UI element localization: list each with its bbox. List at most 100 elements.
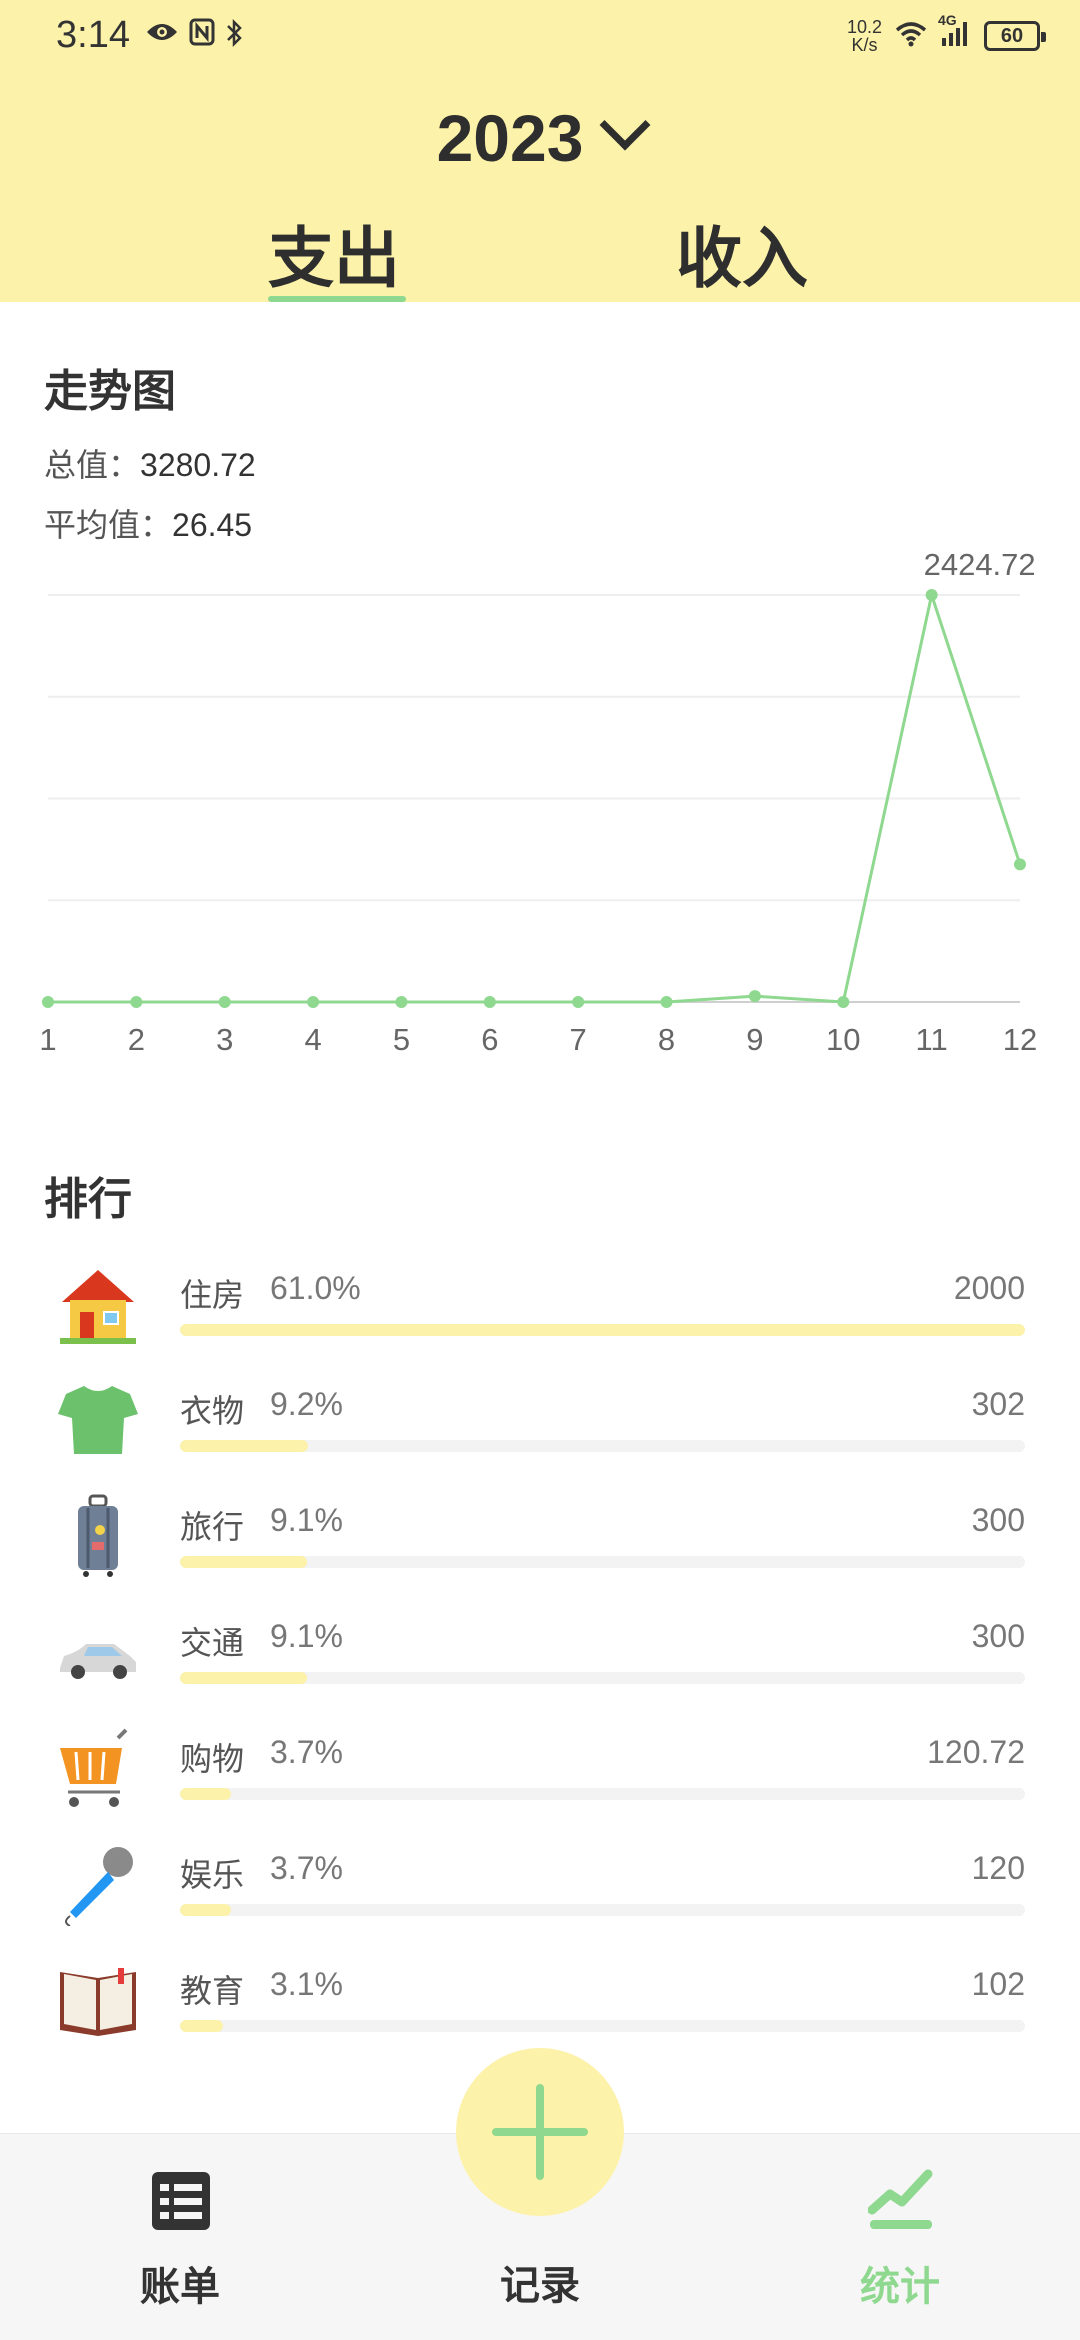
chart-x-tick-label: 9 bbox=[746, 1022, 763, 1057]
ranking-item-percent: 9.2% bbox=[270, 1386, 343, 1422]
average-value: 26.45 bbox=[172, 507, 253, 543]
year-selector[interactable]: 2023 bbox=[0, 99, 1080, 176]
chart-x-tick-label: 1 bbox=[39, 1022, 56, 1057]
network-type: 4G bbox=[938, 12, 957, 28]
ranking-item-bar-fill bbox=[180, 1904, 231, 1916]
microphone-icon bbox=[56, 1842, 140, 1927]
nav-bills[interactable]: 账单 bbox=[70, 2134, 290, 2340]
chart-point bbox=[395, 996, 408, 1008]
chart-point bbox=[307, 996, 320, 1008]
luggage-icon bbox=[56, 1494, 140, 1578]
ranking-item-bar-track bbox=[180, 1904, 1025, 1916]
chart-x-tick-label: 7 bbox=[570, 1022, 587, 1057]
ranking-item-amount: 2000 bbox=[953, 1270, 1025, 1306]
chart-point bbox=[748, 990, 761, 1003]
chart-point bbox=[483, 996, 496, 1008]
ranking-item-name: 交通 bbox=[180, 1624, 245, 1662]
chart-point bbox=[837, 996, 850, 1008]
book-icon bbox=[56, 1958, 140, 2042]
stats-trend-icon bbox=[867, 2168, 934, 2236]
nav-stats-label: 统计 bbox=[860, 2264, 940, 2310]
chart-point bbox=[660, 996, 673, 1008]
ranking-item-bar-fill bbox=[180, 1440, 308, 1452]
tshirt-icon bbox=[56, 1378, 140, 1462]
ranking-item-name: 教育 bbox=[180, 1972, 245, 2010]
chart-point bbox=[218, 996, 231, 1008]
total-label: 总值： bbox=[44, 446, 141, 484]
ranking-item-percent: 3.7% bbox=[270, 1734, 343, 1770]
ranking-item-bar-track bbox=[180, 1788, 1025, 1800]
ranking-item[interactable]: 教育 3.1% 102 bbox=[0, 1948, 1080, 2064]
ranking-item-name: 衣物 bbox=[180, 1392, 245, 1430]
net-speed: 10.2 K/s bbox=[846, 17, 882, 55]
year-label: 2023 bbox=[436, 101, 584, 175]
chart-point bbox=[1014, 858, 1026, 871]
ranking-item-bar-track bbox=[180, 2020, 1025, 2032]
nav-bills-label: 账单 bbox=[140, 2264, 220, 2310]
header: 3:14 10.2 K/s 4G 60 2023 支出 收入 bbox=[0, 0, 1080, 302]
ranking-item-bar-track bbox=[180, 1556, 1025, 1568]
chart-x-tick-label: 8 bbox=[658, 1022, 675, 1057]
status-left-icons bbox=[145, 18, 243, 55]
ranking-item-amount: 302 bbox=[971, 1386, 1025, 1422]
chart-x-tick-label: 5 bbox=[393, 1022, 410, 1057]
ranking-item-amount: 102 bbox=[971, 1966, 1025, 2002]
ranking-item-name: 住房 bbox=[180, 1276, 245, 1314]
trend-chart: 1 2 3 4 5 6 7 8 9 10 11 122424.72 bbox=[39, 547, 1037, 1057]
active-tab-indicator bbox=[268, 296, 406, 302]
chart-x-tick-label: 11 bbox=[916, 1022, 948, 1057]
average-label: 平均值： bbox=[44, 506, 173, 544]
status-time: 3:14 bbox=[56, 14, 130, 56]
ranking-item-bar-fill bbox=[180, 1324, 1025, 1336]
add-record-button[interactable] bbox=[456, 2048, 624, 2216]
chart-x-tick-label: 12 bbox=[1003, 1022, 1037, 1057]
chart-point bbox=[925, 589, 938, 601]
ranking-item-name: 娱乐 bbox=[180, 1856, 245, 1894]
ranking-item-amount: 120 bbox=[971, 1850, 1025, 1886]
ranking-item[interactable]: 交通 9.1% 300 bbox=[0, 1600, 1080, 1716]
chart-point bbox=[572, 996, 585, 1008]
nav-record-label[interactable]: 记录 bbox=[430, 2253, 650, 2311]
chart-point bbox=[42, 996, 54, 1008]
chart-x-tick-label: 6 bbox=[481, 1022, 498, 1057]
chart-peak-label: 2424.72 bbox=[924, 547, 1036, 582]
tab-income[interactable]: 收入 bbox=[676, 205, 808, 301]
status-right-icons: 10.2 K/s 4G 60 bbox=[846, 12, 1046, 55]
ranking-item-bar-fill bbox=[180, 1788, 231, 1800]
shopping-cart-icon bbox=[56, 1726, 140, 1810]
ranking-item-amount: 120.72 bbox=[927, 1734, 1025, 1770]
ranking-item[interactable]: 购物 3.7% 120.72 bbox=[0, 1716, 1080, 1832]
nav-stats[interactable]: 统计 bbox=[790, 2134, 1010, 2340]
car-icon bbox=[56, 1610, 140, 1694]
ranking-item-name: 购物 bbox=[180, 1740, 245, 1778]
ranking-item-name: 旅行 bbox=[180, 1508, 245, 1546]
bluetooth-icon bbox=[225, 18, 243, 55]
eye-icon bbox=[145, 18, 179, 55]
battery-icon: 60 bbox=[984, 21, 1046, 51]
ranking-item[interactable]: 娱乐 3.7% 120 bbox=[0, 1832, 1080, 1948]
wifi-icon bbox=[894, 20, 928, 52]
ranking-item[interactable]: 住房 61.0% 2000 bbox=[0, 1252, 1080, 1368]
ranking-item-percent: 3.1% bbox=[270, 1966, 343, 2002]
ranking-item-bar-fill bbox=[180, 1556, 307, 1568]
ranking-item-amount: 300 bbox=[971, 1618, 1025, 1654]
ranking-item-bar-track bbox=[180, 1324, 1025, 1336]
ranking-item-percent: 61.0% bbox=[270, 1270, 361, 1306]
nfc-icon bbox=[189, 18, 215, 55]
total-stat: 总值：3280.72 bbox=[44, 440, 256, 486]
ranking-item-bar-fill bbox=[180, 1672, 307, 1684]
ranking-item-percent: 3.7% bbox=[270, 1850, 343, 1886]
chevron-down-icon bbox=[599, 99, 651, 151]
chart-point bbox=[130, 996, 143, 1008]
ranking-item[interactable]: 衣物 9.2% 302 bbox=[0, 1368, 1080, 1484]
trend-title: 走势图 bbox=[44, 366, 176, 417]
ranking-item-bar-fill bbox=[180, 2020, 224, 2032]
ranking-item-bar-track bbox=[180, 1672, 1025, 1684]
chart-x-tick-label: 10 bbox=[826, 1022, 860, 1057]
house-icon bbox=[56, 1262, 140, 1346]
ranking-item-percent: 9.1% bbox=[270, 1618, 343, 1654]
tab-expense[interactable]: 支出 bbox=[268, 205, 400, 301]
ranking-item-bar-track bbox=[180, 1440, 1025, 1452]
total-value: 3280.72 bbox=[140, 447, 256, 483]
ranking-item[interactable]: 旅行 9.1% 300 bbox=[0, 1484, 1080, 1600]
